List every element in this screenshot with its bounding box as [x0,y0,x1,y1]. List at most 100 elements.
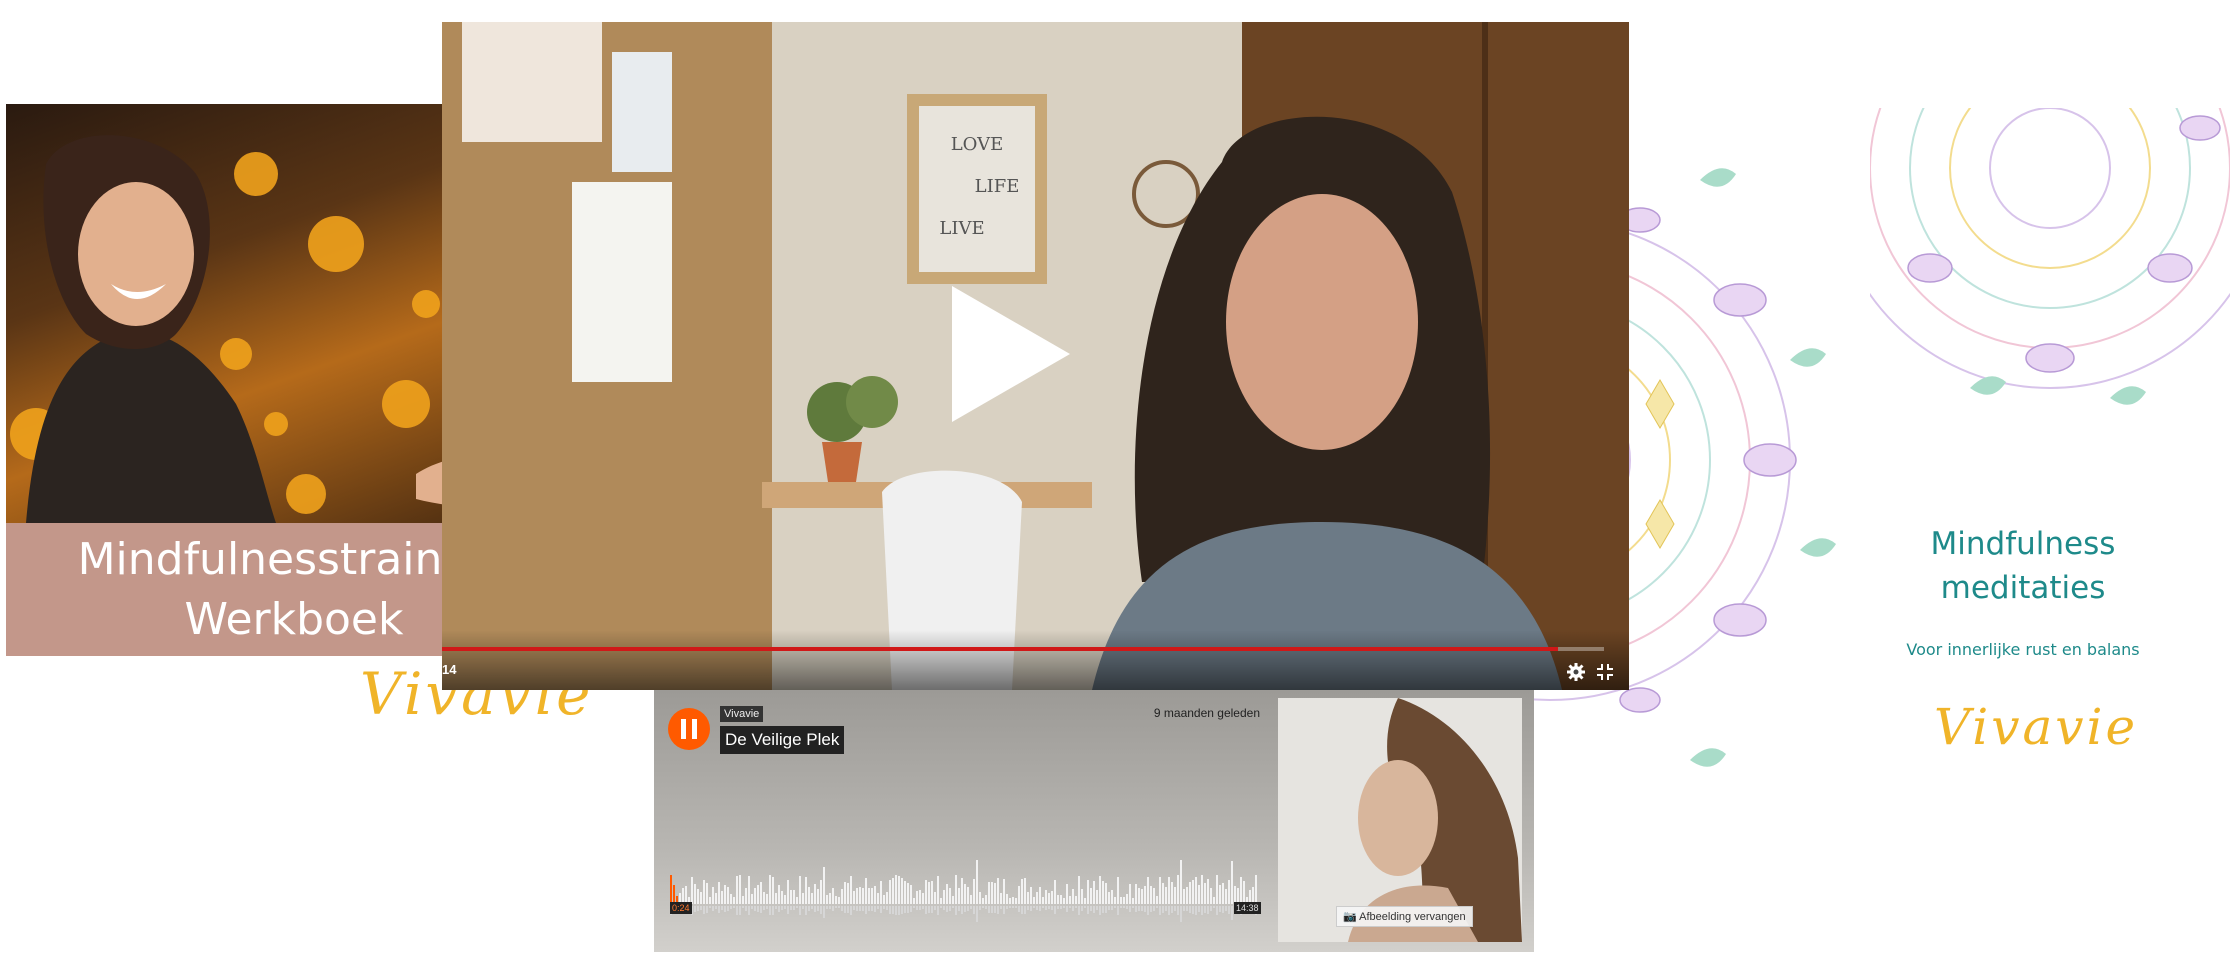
waveform-reflection [697,906,699,911]
audio-uploader[interactable]: Vivavie [720,706,764,722]
waveform-bar [709,897,711,904]
waveform-bar [883,895,885,904]
pause-icon[interactable] [668,708,710,750]
waveform-reflection [1078,906,1080,915]
waveform-bar [1192,880,1194,904]
exit-fullscreen-icon[interactable] [1595,662,1615,682]
waveform-bar [742,896,744,904]
waveform-bar [793,890,795,904]
meditaties-title: Mindfulness meditaties [1870,522,2176,610]
waveform-reflection [721,906,723,910]
audio-player: Vivavie De Veilige Plek 9 maanden gelede… [654,690,1534,952]
waveform-bar [1135,884,1137,904]
waveform-reflection [1231,906,1233,920]
waveform-reflection [1042,906,1044,908]
waveform-bar [1072,889,1074,904]
waveform-reflection [1048,906,1050,909]
waveform-reflection [1051,906,1053,910]
waveform-bar [994,883,996,904]
waveform-bar [760,882,762,904]
waveform-reflection [826,906,828,909]
waveform-reflection [952,906,954,908]
waveform-reflection [1228,906,1230,914]
waveform-reflection [1102,906,1104,913]
waveform-bar [1147,877,1149,904]
waveform-bar [1003,879,1005,904]
replace-image-button[interactable]: 📷 Afbeelding vervangen [1336,906,1473,927]
replace-image-label: Afbeelding vervangen [1359,911,1466,923]
waveform-reflection [700,906,702,910]
waveform-bar [670,875,672,904]
waveform-bar [1180,860,1182,904]
waveform-reflection [1198,906,1200,912]
waveform-reflection [1057,906,1059,909]
waveform[interactable] [670,860,1262,922]
waveform-reflection [1021,906,1023,914]
waveform-bar [1105,883,1107,904]
waveform-bar [1177,875,1179,904]
waveform-bar [703,880,705,904]
audio-title[interactable]: De Veilige Plek [720,726,845,754]
progress-bar[interactable] [442,647,1604,651]
waveform-bar [1210,888,1212,904]
waveform-bar [964,884,966,904]
waveform-bar [859,887,861,904]
waveform-bar [1033,897,1035,904]
waveform-reflection [820,906,822,914]
gear-icon[interactable] [1566,662,1586,682]
waveform-bar [769,875,771,904]
waveform-reflection [844,906,846,913]
waveform-reflection [727,906,729,911]
waveform-reflection [778,906,780,912]
waveform-reflection [967,906,969,911]
waveform-reflection [997,906,999,914]
play-icon[interactable] [952,286,1070,422]
waveform-bar [1096,890,1098,904]
waveform-reflection [1153,906,1155,911]
waveform-bar [1126,894,1128,904]
progress-fill [442,647,1558,651]
waveform-reflection [910,906,912,912]
waveform-reflection [892,906,894,914]
waveform-reflection [991,906,993,913]
waveform-reflection [1069,906,1071,908]
waveform-bar [1150,886,1152,904]
waveform-reflection [1129,906,1131,912]
waveform-bar [736,876,738,904]
waveform-reflection [1135,906,1137,912]
meditaties-title-line1: Mindfulness [1930,526,2116,562]
waveform-bar [955,875,957,904]
waveform-bar [1228,880,1230,904]
waveform-reflection [973,906,975,914]
waveform-reflection [802,906,804,909]
waveform-reflection [808,906,810,911]
waveform-reflection [832,906,834,911]
waveform-bar [832,888,834,904]
waveform-bar [937,876,939,904]
waveform-reflection [1012,906,1014,908]
waveform-bar [1111,890,1113,904]
waveform-reflection [1150,906,1152,912]
waveform-reflection [946,906,948,912]
waveform-bar [895,875,897,904]
waveform-reflection [1201,906,1203,915]
waveform-bar [928,882,930,904]
waveform-bar [790,890,792,904]
waveform-reflection [1147,906,1149,915]
audio-date: 9 maanden geleden [1153,706,1260,720]
waveform-bar [970,895,972,904]
waveform-reflection [1114,906,1116,908]
waveform-reflection [1009,906,1011,908]
waveform-reflection [1204,906,1206,913]
waveform-reflection [1159,906,1161,915]
waveform-reflection [751,906,753,909]
waveform-bar [910,885,912,904]
video-player[interactable]: LOVE LIFE LIVE 14 [442,22,1629,690]
waveform-reflection [1015,906,1017,908]
waveform-reflection [871,906,873,911]
waveform-bar [967,887,969,904]
waveform-reflection [1222,906,1224,913]
waveform-reflection [985,906,987,909]
waveform-bar [1066,884,1068,904]
waveform-reflection [931,906,933,913]
